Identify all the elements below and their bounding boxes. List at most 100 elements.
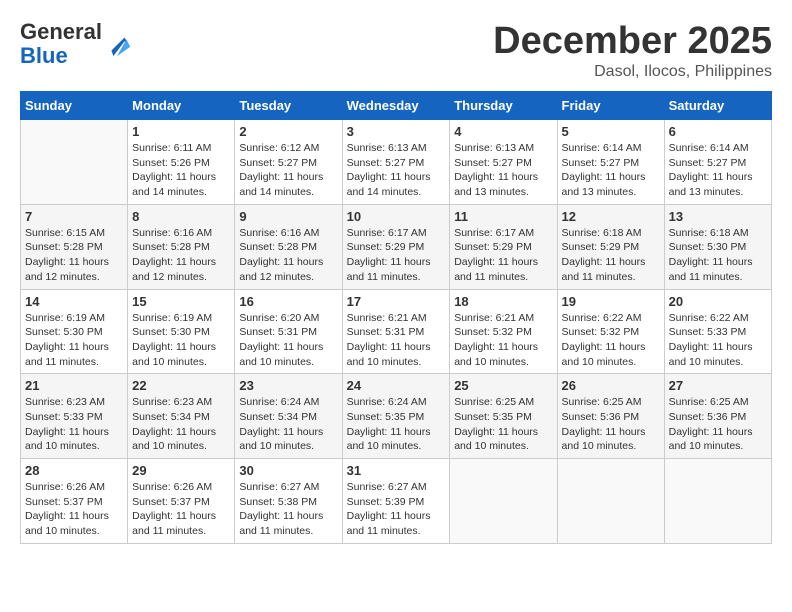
- day-info: Sunrise: 6:25 AM Sunset: 5:36 PM Dayligh…: [669, 395, 767, 454]
- day-number: 21: [25, 378, 123, 393]
- day-info: Sunrise: 6:26 AM Sunset: 5:37 PM Dayligh…: [25, 480, 123, 539]
- day-number: 30: [239, 463, 337, 478]
- day-number: 3: [347, 124, 446, 139]
- calendar-cell: 13 Sunrise: 6:18 AM Sunset: 5:30 PM Dayli…: [664, 204, 771, 289]
- day-info: Sunrise: 6:15 AM Sunset: 5:28 PM Dayligh…: [25, 226, 123, 285]
- calendar-cell: [664, 459, 771, 544]
- day-number: 17: [347, 294, 446, 309]
- calendar-cell: 9Sunrise: 6:16 AM Sunset: 5:28 PM Daylig…: [235, 204, 342, 289]
- calendar-cell: 23 Sunrise: 6:24 AM Sunset: 5:34 PM Dayli…: [235, 374, 342, 459]
- day-info: Sunrise: 6:17 AM Sunset: 5:29 PM Dayligh…: [454, 226, 552, 285]
- day-info: Sunrise: 6:27 AM Sunset: 5:38 PM Dayligh…: [239, 480, 337, 539]
- calendar-cell: 6 Sunrise: 6:14 AM Sunset: 5:27 PM Daylig…: [664, 120, 771, 205]
- day-number: 16: [239, 294, 337, 309]
- day-info: Sunrise: 6:13 AM Sunset: 5:27 PM Dayligh…: [454, 141, 552, 200]
- day-header-tuesday: Tuesday: [235, 92, 342, 120]
- day-info: Sunrise: 6:16 AM Sunset: 5:28 PM Dayligh…: [239, 226, 337, 285]
- day-number: 24: [347, 378, 446, 393]
- day-number: 2: [239, 124, 337, 139]
- day-info: Sunrise: 6:22 AM Sunset: 5:32 PM Dayligh…: [562, 311, 660, 370]
- calendar-cell: 1 Sunrise: 6:11 AM Sunset: 5:26 PM Daylig…: [128, 120, 235, 205]
- day-number: 12: [562, 209, 660, 224]
- logo: General Blue: [20, 20, 132, 68]
- day-info: Sunrise: 6:13 AM Sunset: 5:27 PM Dayligh…: [347, 141, 446, 200]
- day-info: Sunrise: 6:22 AM Sunset: 5:33 PM Dayligh…: [669, 311, 767, 370]
- calendar-cell: 10 Sunrise: 6:17 AM Sunset: 5:29 PM Dayli…: [342, 204, 450, 289]
- day-number: 29: [132, 463, 230, 478]
- day-info: Sunrise: 6:16 AM Sunset: 5:28 PM Dayligh…: [132, 226, 230, 285]
- calendar-cell: [21, 120, 128, 205]
- month-title: December 2025: [493, 20, 772, 63]
- calendar-week-row: 7 Sunrise: 6:15 AM Sunset: 5:28 PM Daylig…: [21, 204, 772, 289]
- calendar-cell: [450, 459, 557, 544]
- day-info: Sunrise: 6:19 AM Sunset: 5:30 PM Dayligh…: [25, 311, 123, 370]
- day-number: 31: [347, 463, 446, 478]
- day-number: 26: [562, 378, 660, 393]
- logo-icon: [104, 30, 132, 58]
- calendar-cell: 12 Sunrise: 6:18 AM Sunset: 5:29 PM Dayli…: [557, 204, 664, 289]
- day-number: 28: [25, 463, 123, 478]
- calendar-week-row: 28 Sunrise: 6:26 AM Sunset: 5:37 PM Dayli…: [21, 459, 772, 544]
- calendar-cell: 14 Sunrise: 6:19 AM Sunset: 5:30 PM Dayli…: [21, 289, 128, 374]
- day-info: Sunrise: 6:18 AM Sunset: 5:29 PM Dayligh…: [562, 226, 660, 285]
- day-number: 13: [669, 209, 767, 224]
- day-info: Sunrise: 6:11 AM Sunset: 5:26 PM Dayligh…: [132, 141, 230, 200]
- day-number: 19: [562, 294, 660, 309]
- calendar-cell: 4 Sunrise: 6:13 AM Sunset: 5:27 PM Daylig…: [450, 120, 557, 205]
- day-header-thursday: Thursday: [450, 92, 557, 120]
- calendar-week-row: 21 Sunrise: 6:23 AM Sunset: 5:33 PM Dayli…: [21, 374, 772, 459]
- calendar-cell: 2 Sunrise: 6:12 AM Sunset: 5:27 PM Daylig…: [235, 120, 342, 205]
- day-number: 27: [669, 378, 767, 393]
- day-number: 23: [239, 378, 337, 393]
- calendar-week-row: 14 Sunrise: 6:19 AM Sunset: 5:30 PM Dayli…: [21, 289, 772, 374]
- calendar-cell: 28 Sunrise: 6:26 AM Sunset: 5:37 PM Dayli…: [21, 459, 128, 544]
- day-info: Sunrise: 6:25 AM Sunset: 5:36 PM Dayligh…: [562, 395, 660, 454]
- day-number: 4: [454, 124, 552, 139]
- calendar-cell: 15Sunrise: 6:19 AM Sunset: 5:30 PM Dayli…: [128, 289, 235, 374]
- calendar-cell: 19 Sunrise: 6:22 AM Sunset: 5:32 PM Dayli…: [557, 289, 664, 374]
- title-block: December 2025 Dasol, Ilocos, Philippines: [493, 20, 772, 81]
- calendar-cell: 21 Sunrise: 6:23 AM Sunset: 5:33 PM Dayli…: [21, 374, 128, 459]
- calendar-cell: 5 Sunrise: 6:14 AM Sunset: 5:27 PM Daylig…: [557, 120, 664, 205]
- day-info: Sunrise: 6:17 AM Sunset: 5:29 PM Dayligh…: [347, 226, 446, 285]
- day-info: Sunrise: 6:21 AM Sunset: 5:31 PM Dayligh…: [347, 311, 446, 370]
- day-info: Sunrise: 6:21 AM Sunset: 5:32 PM Dayligh…: [454, 311, 552, 370]
- day-number: 1: [132, 124, 230, 139]
- day-info: Sunrise: 6:18 AM Sunset: 5:30 PM Dayligh…: [669, 226, 767, 285]
- location-title: Dasol, Ilocos, Philippines: [493, 63, 772, 81]
- calendar-header-row: SundayMondayTuesdayWednesdayThursdayFrid…: [21, 92, 772, 120]
- day-number: 11: [454, 209, 552, 224]
- day-info: Sunrise: 6:24 AM Sunset: 5:34 PM Dayligh…: [239, 395, 337, 454]
- calendar-cell: 31 Sunrise: 6:27 AM Sunset: 5:39 PM Dayli…: [342, 459, 450, 544]
- day-info: Sunrise: 6:19 AM Sunset: 5:30 PM Dayligh…: [132, 311, 230, 370]
- day-number: 8: [132, 209, 230, 224]
- calendar-cell: 17 Sunrise: 6:21 AM Sunset: 5:31 PM Dayli…: [342, 289, 450, 374]
- day-header-wednesday: Wednesday: [342, 92, 450, 120]
- logo-general-text: General: [20, 19, 102, 44]
- day-number: 10: [347, 209, 446, 224]
- calendar-cell: 24Sunrise: 6:24 AM Sunset: 5:35 PM Dayli…: [342, 374, 450, 459]
- day-number: 5: [562, 124, 660, 139]
- day-header-monday: Monday: [128, 92, 235, 120]
- calendar-cell: 25Sunrise: 6:25 AM Sunset: 5:35 PM Dayli…: [450, 374, 557, 459]
- day-number: 20: [669, 294, 767, 309]
- day-info: Sunrise: 6:25 AM Sunset: 5:35 PM Dayligh…: [454, 395, 552, 454]
- calendar-cell: 3 Sunrise: 6:13 AM Sunset: 5:27 PM Daylig…: [342, 120, 450, 205]
- day-number: 7: [25, 209, 123, 224]
- day-info: Sunrise: 6:14 AM Sunset: 5:27 PM Dayligh…: [669, 141, 767, 200]
- day-info: Sunrise: 6:12 AM Sunset: 5:27 PM Dayligh…: [239, 141, 337, 200]
- day-number: 6: [669, 124, 767, 139]
- calendar-cell: 27 Sunrise: 6:25 AM Sunset: 5:36 PM Dayli…: [664, 374, 771, 459]
- day-header-saturday: Saturday: [664, 92, 771, 120]
- calendar-cell: 16Sunrise: 6:20 AM Sunset: 5:31 PM Dayli…: [235, 289, 342, 374]
- page-header: General Blue December 2025 Dasol, Ilocos…: [20, 20, 772, 81]
- day-info: Sunrise: 6:26 AM Sunset: 5:37 PM Dayligh…: [132, 480, 230, 539]
- day-info: Sunrise: 6:27 AM Sunset: 5:39 PM Dayligh…: [347, 480, 446, 539]
- logo-blue-text: Blue: [20, 43, 68, 68]
- calendar-cell: 29 Sunrise: 6:26 AM Sunset: 5:37 PM Dayli…: [128, 459, 235, 544]
- day-info: Sunrise: 6:23 AM Sunset: 5:33 PM Dayligh…: [25, 395, 123, 454]
- day-number: 14: [25, 294, 123, 309]
- calendar-cell: [557, 459, 664, 544]
- day-header-sunday: Sunday: [21, 92, 128, 120]
- day-info: Sunrise: 6:14 AM Sunset: 5:27 PM Dayligh…: [562, 141, 660, 200]
